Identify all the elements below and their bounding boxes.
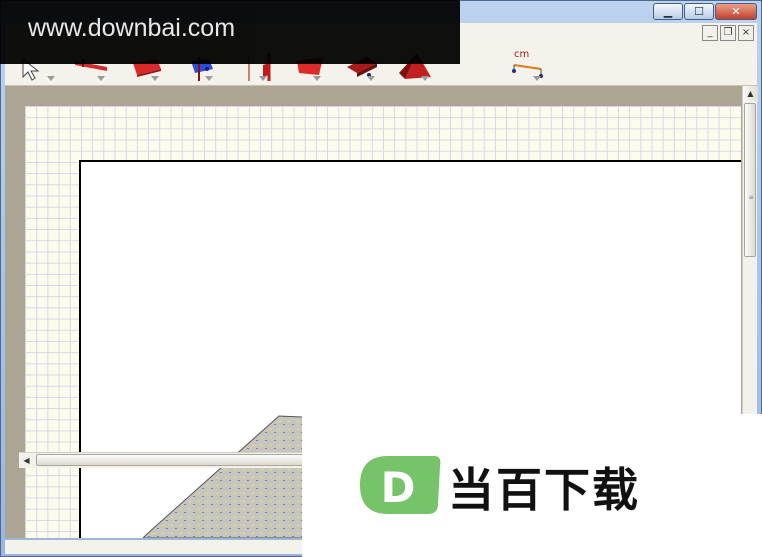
watermark-url-text: www.downbai.com [28, 14, 236, 42]
tool-dropdown-caret[interactable] [421, 76, 429, 81]
tool-dropdown-caret[interactable] [97, 76, 105, 81]
watermark-url-banner: www.downbai.com [0, 0, 460, 64]
vertical-scroll-thumb[interactable]: ≡ [744, 103, 756, 257]
dimension-unit-label: cm [514, 49, 530, 60]
document-minimize-button[interactable]: _ [702, 25, 718, 41]
tool-dropdown-caret[interactable] [151, 76, 159, 81]
document-restore-button[interactable]: ❐ [720, 25, 736, 41]
watermark-logo: D 当百下载 [302, 414, 762, 557]
document-controls: _ ❐ × [700, 25, 754, 41]
window-controls: ▁ ☐ ✕ [652, 3, 757, 20]
scroll-up-button[interactable]: ▲ [743, 86, 758, 101]
maximize-button[interactable]: ☐ [684, 3, 714, 20]
minimize-button[interactable]: ▁ [653, 3, 683, 20]
logo-letter: D [381, 463, 416, 512]
site-logo-icon: D [360, 456, 441, 514]
tool-dropdown-caret[interactable] [367, 76, 375, 81]
grip-icon: ≡ [748, 194, 754, 201]
watermark-brand-text: 当百下载 [448, 463, 640, 517]
tool-dropdown-caret[interactable] [205, 76, 213, 81]
tool-dropdown-caret[interactable] [313, 76, 321, 81]
dimension-tool-button[interactable]: cm [497, 47, 547, 83]
tool-dropdown-caret[interactable] [47, 76, 55, 81]
scroll-left-button[interactable]: ◀ [19, 453, 34, 468]
document-close-button[interactable]: × [738, 25, 754, 41]
tool-dropdown-caret[interactable] [533, 76, 541, 81]
close-button[interactable]: ✕ [715, 3, 757, 20]
tool-dropdown-caret[interactable] [259, 76, 267, 81]
